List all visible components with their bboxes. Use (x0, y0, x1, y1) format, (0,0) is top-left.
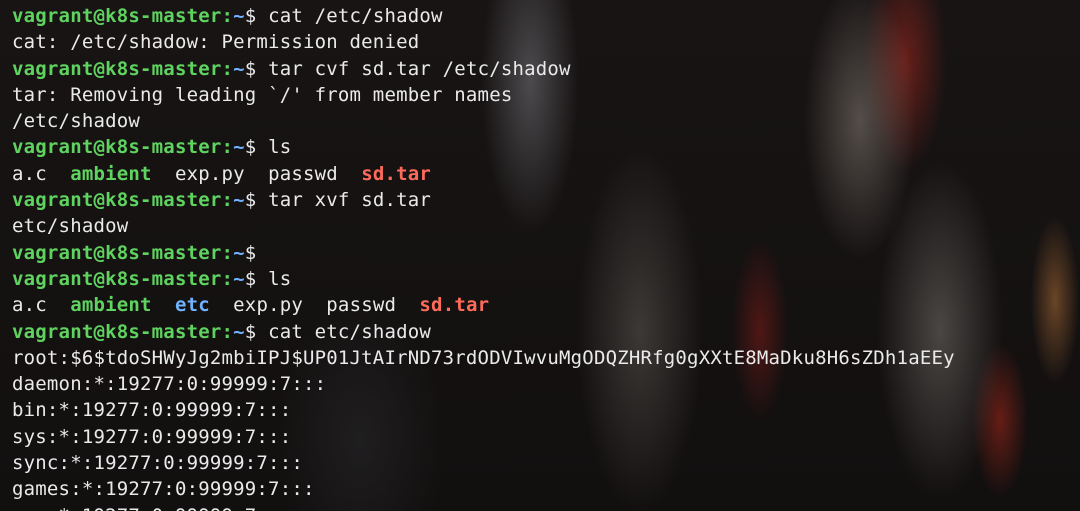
ls-entry: sd.tar (419, 294, 490, 317)
terminal-window[interactable]: vagrant@k8s-master:~$ cat /etc/shadow cat… (0, 0, 1080, 511)
ls-entry: passwd (326, 294, 397, 317)
prompt-colon: : (221, 267, 234, 290)
command-text: tar cvf sd.tar /etc/shadow (268, 57, 571, 80)
prompt-path: ~ (233, 189, 245, 212)
prompt-symbol: $ (244, 320, 269, 343)
prompt-colon: : (221, 57, 234, 80)
ls-output-line: a.c ambient exp.py passwd sd.tar (12, 161, 1080, 187)
ls-entry: ambient (70, 162, 152, 185)
output-line: root:$6$tdoSHWyJg2mbiIPJ$UP01JtAIrND73rd… (12, 346, 955, 369)
prompt-colon: : (221, 136, 234, 159)
prompt-colon: : (221, 189, 234, 212)
ls-entry: a.c (12, 294, 47, 317)
prompt-line: vagrant@k8s-master:~$ cat /etc/shadow (12, 3, 1080, 29)
prompt-path: ~ (233, 5, 245, 27)
prompt-colon: : (221, 5, 234, 27)
prompt-symbol: $ (244, 57, 269, 80)
prompt-line: vagrant@k8s-master:~$ ls (12, 134, 1080, 160)
output-line: cat: /etc/shadow: Permission denied (12, 31, 420, 54)
prompt-user-host: vagrant@k8s-master (12, 241, 222, 264)
command-text: tar xvf sd.tar (268, 189, 432, 212)
ls-entry: exp.py (233, 294, 304, 317)
ls-entry: a.c (12, 162, 47, 185)
prompt-user-host: vagrant@k8s-master (12, 136, 222, 159)
prompt-line: vagrant@k8s-master:~$ cat etc/shadow (12, 319, 1080, 345)
prompt-user-host: vagrant@k8s-master (12, 57, 222, 80)
terminal-output: vagrant@k8s-master:~$ cat /etc/shadow cat… (12, 3, 1080, 511)
prompt-colon: : (221, 320, 234, 343)
output-line: /etc/shadow (12, 110, 141, 133)
output-line: daemon:*:19277:0:99999:7::: (12, 373, 327, 396)
prompt-symbol: $ (244, 241, 269, 264)
prompt-line: vagrant@k8s-master:~$ tar cvf sd.tar /et… (12, 56, 1080, 82)
command-text: cat /etc/shadow (268, 5, 443, 27)
output-line: games:*:19277:0:99999:7::: (12, 478, 315, 501)
output-line: man:*:19277:0:99999:7::: (12, 503, 1080, 511)
prompt-path: ~ (233, 267, 245, 290)
ls-entry: passwd (268, 162, 338, 185)
prompt-symbol: $ (244, 189, 269, 212)
output-line: bin:*:19277:0:99999:7::: (12, 399, 292, 422)
prompt-symbol: $ (244, 267, 269, 290)
prompt-line: vagrant@k8s-master:~$ tar xvf sd.tar (12, 187, 1080, 213)
ls-entry: etc (174, 294, 210, 317)
output-line: tar: Removing leading `/' from member na… (12, 83, 513, 106)
prompt-line: vagrant@k8s-master:~$ ls (12, 266, 1080, 292)
prompt-user-host: vagrant@k8s-master (12, 320, 222, 343)
prompt-line: vagrant@k8s-master:~$ (12, 240, 1080, 266)
ls-entry: sd.tar (361, 162, 432, 185)
output-line: etc/shadow (12, 215, 129, 238)
output-line: sync:*:19277:0:99999:7::: (12, 452, 303, 475)
prompt-colon: : (221, 241, 234, 264)
command-text: ls (268, 136, 292, 159)
output-line: sys:*:19277:0:99999:7::: (12, 425, 292, 448)
prompt-path: ~ (233, 241, 245, 264)
prompt-user-host: vagrant@k8s-master (12, 5, 222, 27)
ls-entry: ambient (70, 294, 152, 317)
command-text: ls (268, 267, 292, 290)
prompt-path: ~ (233, 320, 245, 343)
ls-entry: exp.py (174, 162, 245, 185)
prompt-symbol: $ (244, 136, 269, 159)
prompt-path: ~ (233, 57, 245, 80)
prompt-user-host: vagrant@k8s-master (12, 189, 222, 212)
ls-output-line: a.c ambient etc exp.py passwd sd.tar (12, 292, 1080, 318)
prompt-symbol: $ (244, 5, 269, 27)
prompt-user-host: vagrant@k8s-master (12, 267, 222, 290)
prompt-path: ~ (233, 136, 245, 159)
command-text: cat etc/shadow (268, 320, 432, 343)
